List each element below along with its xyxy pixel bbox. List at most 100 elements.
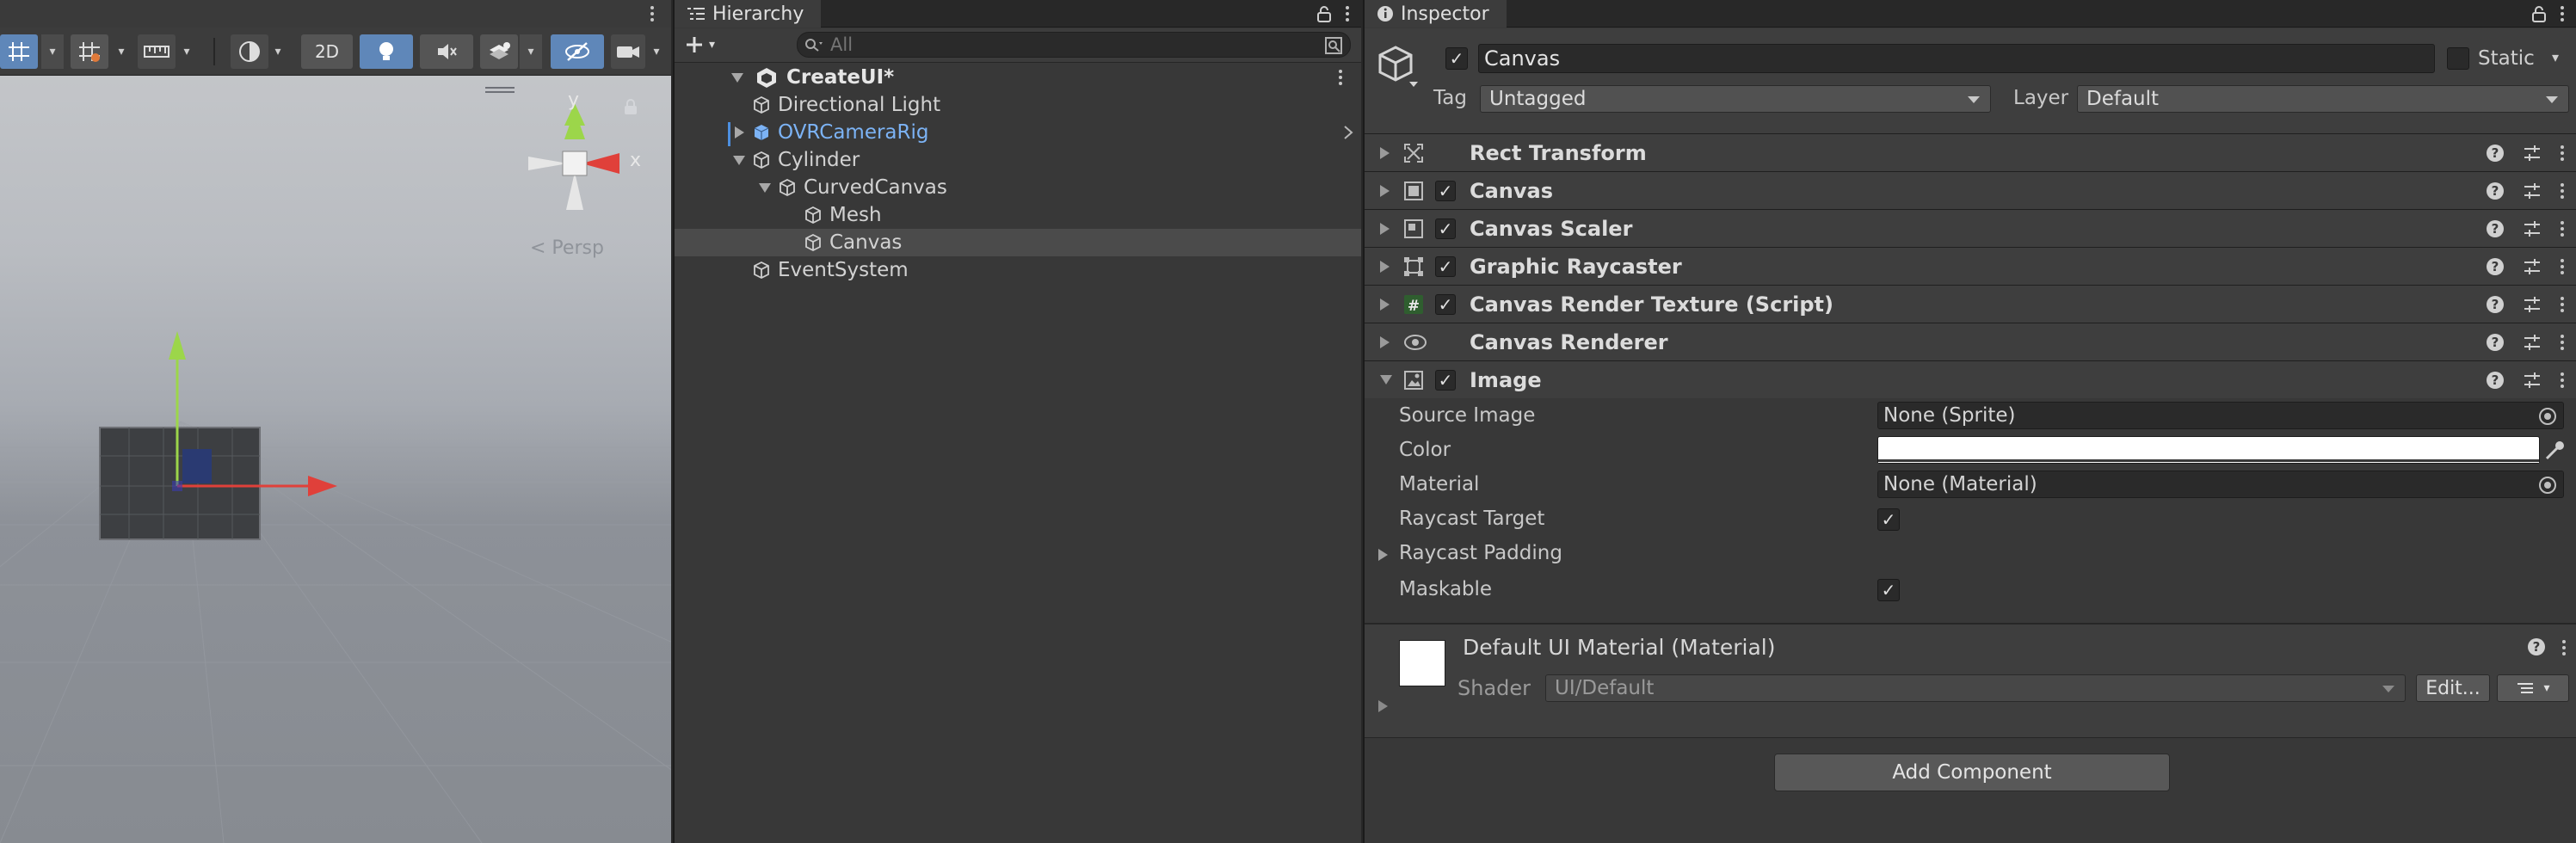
- eyedropper-icon[interactable]: [2543, 440, 2566, 462]
- shading-icon[interactable]: [231, 34, 268, 69]
- raycast-padding-label[interactable]: Raycast Padding: [1399, 538, 1562, 569]
- component-menu-icon[interactable]: [2561, 297, 2564, 312]
- raycast-target-toggle[interactable]: ✓: [1877, 508, 1900, 531]
- scene-row-menu-icon[interactable]: [1339, 70, 1342, 85]
- fold-collapsed-icon[interactable]: [1378, 700, 1388, 712]
- component-header[interactable]: ✓ Canvas?: [1365, 171, 2576, 209]
- fold-collapsed-icon[interactable]: [1380, 335, 1390, 348]
- grid-icon[interactable]: [71, 34, 108, 69]
- hierarchy-scene-root[interactable]: CreateUI*: [675, 64, 1361, 91]
- camera-icon[interactable]: [611, 34, 645, 69]
- fold-collapsed-icon[interactable]: [1378, 549, 1388, 561]
- shader-dropdown[interactable]: UI/Default: [1545, 674, 2406, 702]
- hierarchy-item[interactable]: Canvas: [675, 229, 1361, 256]
- hierarchy-item[interactable]: EventSystem: [675, 256, 1361, 284]
- search-input[interactable]: [829, 34, 1276, 56]
- fold-expanded-icon[interactable]: [731, 72, 743, 83]
- static-dropdown-icon[interactable]: ▾: [2552, 49, 2559, 65]
- layer-dropdown[interactable]: Default: [2077, 85, 2569, 113]
- scene-view[interactable]: y x < Persp ▾ ▾ ▾ ▾ 2D ▾ ▾: [0, 0, 671, 843]
- component-menu-icon[interactable]: [2561, 259, 2564, 274]
- hierarchy-item[interactable]: Mesh: [675, 201, 1361, 229]
- panel-grip-icon[interactable]: [485, 86, 515, 95]
- audio-mute-icon[interactable]: [420, 34, 473, 69]
- hierarchy-item[interactable]: CurvedCanvas: [675, 174, 1361, 201]
- object-name-field[interactable]: Canvas: [1478, 44, 2435, 73]
- fold-collapsed-icon[interactable]: [735, 126, 744, 138]
- shading-dropdown[interactable]: ▾: [267, 34, 289, 69]
- tag-dropdown[interactable]: Untagged: [1480, 85, 1991, 113]
- color-field[interactable]: [1877, 436, 2540, 464]
- grid-snap-icon[interactable]: [0, 34, 38, 69]
- camera-dropdown[interactable]: ▾: [645, 34, 668, 69]
- presets-icon[interactable]: [2523, 371, 2542, 390]
- effects-dropdown[interactable]: ▾: [520, 34, 542, 69]
- object-picker-icon[interactable]: [2539, 408, 2556, 425]
- source-image-field[interactable]: None (Sprite): [1877, 402, 2564, 429]
- tab-hierarchy[interactable]: Hierarchy: [675, 0, 822, 28]
- gizmo-lock-icon[interactable]: [623, 98, 638, 115]
- mode-2d-button[interactable]: 2D: [301, 34, 353, 69]
- shader-edit-button[interactable]: Edit...: [2416, 674, 2490, 702]
- active-toggle[interactable]: ✓: [1445, 47, 1468, 70]
- presets-icon[interactable]: [2523, 257, 2542, 276]
- tab-inspector[interactable]: Inspector: [1365, 0, 1507, 28]
- component-header[interactable]: ✓ Canvas Scaler?: [1365, 209, 2576, 247]
- visibility-icon[interactable]: [551, 34, 604, 69]
- grid-dropdown[interactable]: ▾: [110, 34, 132, 69]
- ruler-icon[interactable]: [138, 34, 176, 69]
- component-header[interactable]: ✓ Image?: [1365, 360, 2576, 398]
- component-menu-icon[interactable]: [2561, 145, 2564, 161]
- fold-collapsed-icon[interactable]: [1380, 184, 1390, 197]
- presets-icon[interactable]: [2523, 333, 2542, 352]
- hierarchy-item[interactable]: OVRCameraRig: [675, 119, 1361, 146]
- maskable-toggle[interactable]: ✓: [1877, 579, 1900, 601]
- help-icon[interactable]: ?: [2487, 296, 2504, 313]
- hierarchy-item[interactable]: Cylinder: [675, 146, 1361, 174]
- component-menu-icon[interactable]: [2561, 335, 2564, 350]
- component-header[interactable]: Rect Transform?: [1365, 133, 2576, 171]
- presets-icon[interactable]: [2523, 144, 2542, 163]
- lock-icon[interactable]: [2531, 5, 2547, 22]
- object-picker-icon[interactable]: [2539, 477, 2556, 494]
- gameobject-icon[interactable]: [1377, 44, 1420, 89]
- material-field[interactable]: None (Material): [1877, 471, 2564, 498]
- presets-icon[interactable]: [2523, 295, 2542, 314]
- open-prefab-arrow-icon[interactable]: [1342, 124, 1354, 141]
- component-header[interactable]: Canvas Renderer?: [1365, 323, 2576, 360]
- component-menu-icon[interactable]: [2561, 221, 2564, 237]
- add-component-button[interactable]: Add Component: [1774, 754, 2170, 791]
- persp-label[interactable]: < Persp: [530, 237, 604, 259]
- fold-collapsed-icon[interactable]: [1380, 298, 1390, 311]
- help-icon[interactable]: ?: [2487, 334, 2504, 351]
- grid-snap-dropdown[interactable]: ▾: [41, 34, 64, 69]
- fold-expanded-icon[interactable]: [733, 155, 745, 165]
- component-menu-icon[interactable]: [2561, 372, 2564, 388]
- help-icon[interactable]: ?: [2487, 182, 2504, 200]
- fold-collapsed-icon[interactable]: [1380, 146, 1390, 159]
- fold-collapsed-icon[interactable]: [1380, 222, 1390, 235]
- fold-collapsed-icon[interactable]: [1380, 260, 1390, 273]
- lighting-icon[interactable]: [360, 34, 413, 69]
- ruler-dropdown[interactable]: ▾: [176, 34, 198, 69]
- scene-menu-icon[interactable]: [650, 5, 654, 22]
- presets-icon[interactable]: [2523, 219, 2542, 238]
- component-enabled-toggle[interactable]: ✓: [1435, 369, 1456, 391]
- help-icon[interactable]: ?: [2487, 372, 2504, 389]
- static-toggle[interactable]: [2447, 47, 2469, 70]
- help-icon[interactable]: ?: [2528, 638, 2545, 655]
- help-icon[interactable]: ?: [2487, 145, 2504, 162]
- material-menu-icon[interactable]: [2562, 637, 2566, 659]
- inspector-menu-icon[interactable]: [2561, 6, 2564, 22]
- lock-icon[interactable]: [1316, 5, 1332, 22]
- component-enabled-toggle[interactable]: ✓: [1435, 218, 1456, 239]
- create-button[interactable]: ▾: [685, 32, 733, 58]
- help-icon[interactable]: ?: [2487, 220, 2504, 237]
- component-enabled-toggle[interactable]: ✓: [1435, 255, 1456, 277]
- component-enabled-toggle[interactable]: ✓: [1435, 293, 1456, 315]
- search-field[interactable]: [797, 32, 1351, 58]
- hierarchy-menu-icon[interactable]: [1346, 6, 1349, 22]
- fold-expanded-icon[interactable]: [759, 182, 771, 193]
- effects-icon[interactable]: [480, 34, 518, 69]
- component-enabled-toggle[interactable]: ✓: [1435, 180, 1456, 201]
